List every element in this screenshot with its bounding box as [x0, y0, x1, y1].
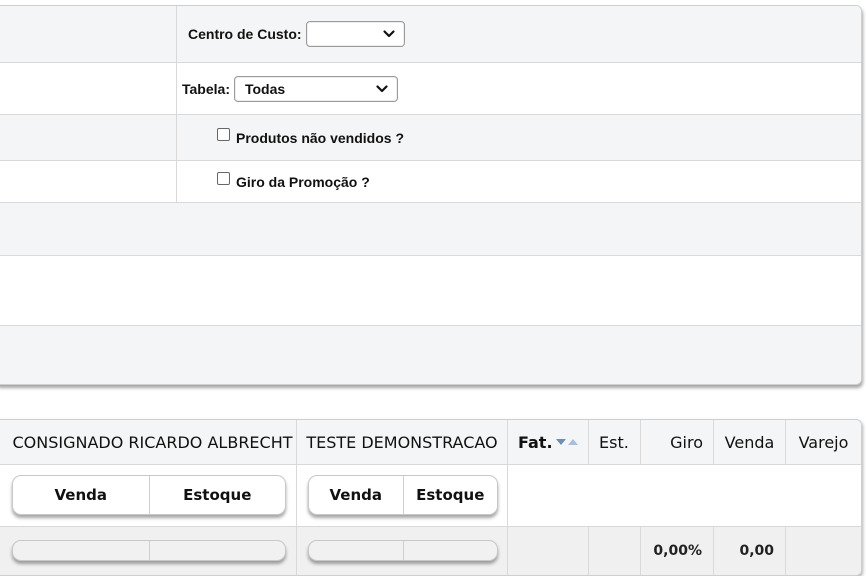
filter-panel: Centro de Custo: Tabela: Todas Produtos … [0, 5, 862, 385]
subheader-venda[interactable]: Venda [309, 476, 403, 514]
filter-row-giro: Giro da Promoção ? [0, 161, 861, 203]
column-header-giro[interactable]: Giro [641, 420, 714, 465]
teste-subheader-bar: Venda Estoque [308, 475, 498, 515]
teste-total-bar [308, 540, 498, 561]
filter-row-empty [0, 203, 861, 256]
centro-custo-select[interactable] [305, 21, 405, 47]
total-venda-value: 0,00 [739, 543, 774, 559]
column-header-label: Fat. [518, 432, 553, 452]
filter-row-centro-custo: Centro de Custo: [0, 6, 861, 63]
subheader-cell-consignado: Venda Estoque [0, 465, 297, 527]
subheader-estoque[interactable]: Estoque [148, 476, 286, 514]
giro-promocao-option[interactable]: Giro da Promoção ? [217, 172, 370, 190]
produtos-nao-vendidos-label: Produtos não vendidos ? [236, 129, 405, 146]
column-header-varejo[interactable]: Varejo [786, 420, 861, 465]
total-estoque [402, 541, 498, 560]
chevron-down-icon [376, 84, 388, 92]
consignado-total-bar [12, 540, 286, 561]
total-cell-teste [297, 527, 508, 575]
giro-promocao-checkbox[interactable] [217, 172, 230, 185]
total-venda [13, 541, 149, 560]
filter-row-tabela: Tabela: Todas [0, 63, 861, 115]
subheader-estoque[interactable]: Estoque [402, 476, 498, 514]
filter-row-empty [0, 326, 861, 384]
total-cell-venda: 0,00 [714, 527, 786, 575]
column-header-label: Venda [724, 432, 775, 452]
total-cell-est [589, 527, 641, 575]
filter-right-cell: Giro da Promoção ? [177, 161, 861, 202]
column-header-label: Giro [670, 432, 703, 452]
consignado-subheader-bar: Venda Estoque [12, 475, 286, 515]
giro-promocao-label: Giro da Promoção ? [236, 173, 370, 190]
produtos-nao-vendidos-checkbox[interactable] [217, 128, 230, 141]
total-giro-value: 0,00% [653, 543, 702, 559]
column-header-fat[interactable]: Fat. [508, 420, 589, 465]
sort-arrows-icon[interactable] [555, 437, 579, 447]
tabela-select[interactable]: Todas [233, 75, 398, 102]
subheader-cell-teste: Venda Estoque [297, 465, 508, 527]
centro-custo-label: Centro de Custo: [188, 26, 302, 42]
filter-right-cell: Tabela: Todas [177, 63, 861, 114]
column-header-est[interactable]: Est. [589, 420, 641, 465]
filter-row-produtos: Produtos não vendidos ? [0, 115, 861, 161]
column-header-label: Est. [599, 432, 629, 452]
subheader-empty [508, 465, 861, 527]
tabela-value: Todas [244, 80, 286, 97]
column-header-label: TESTE DEMONSTRACAO [306, 432, 498, 452]
results-table: CONSIGNADO RICARDO ALBRECHT TESTE DEMONS… [0, 419, 862, 576]
tabela-label: Tabela: [182, 80, 230, 97]
column-header-consignado[interactable]: CONSIGNADO RICARDO ALBRECHT [0, 420, 297, 465]
filter-left-cell [0, 115, 177, 160]
total-cell-fat [508, 527, 589, 575]
total-cell-consignado [0, 527, 297, 575]
filter-right-cell: Centro de Custo: [177, 6, 861, 62]
total-venda [309, 541, 403, 560]
filter-left-cell [0, 63, 177, 114]
total-cell-varejo [786, 527, 861, 575]
filter-row-empty [0, 256, 861, 326]
column-header-venda[interactable]: Venda [714, 420, 786, 465]
chevron-down-icon [382, 30, 395, 38]
column-header-label: Varejo [798, 432, 849, 452]
filter-left-cell [0, 161, 177, 202]
column-header-label: CONSIGNADO RICARDO ALBRECHT [12, 432, 293, 452]
subheader-venda[interactable]: Venda [13, 476, 149, 514]
filter-right-cell: Produtos não vendidos ? [177, 115, 861, 160]
column-header-teste[interactable]: TESTE DEMONSTRACAO [297, 420, 508, 465]
produtos-nao-vendidos-option[interactable]: Produtos não vendidos ? [217, 128, 405, 146]
total-cell-giro: 0,00% [641, 527, 714, 575]
total-estoque [148, 541, 286, 560]
filter-left-cell [0, 6, 177, 62]
